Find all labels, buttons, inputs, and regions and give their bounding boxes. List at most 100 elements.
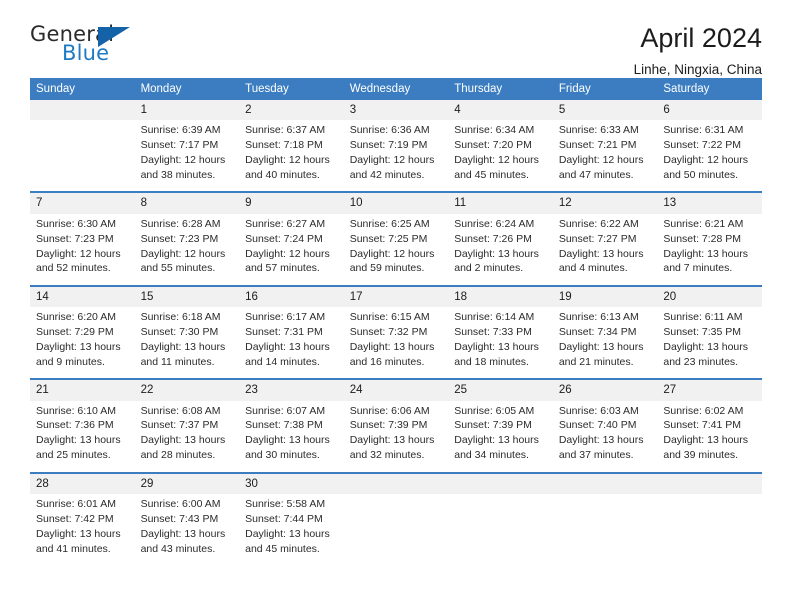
day-cell[interactable]: Sunrise: 6:28 AM Sunset: 7:23 PM Daylight:… xyxy=(134,213,240,285)
day-cell[interactable]: Sunrise: 6:39 AM Sunset: 7:17 PM Daylight:… xyxy=(134,120,240,192)
day-number[interactable]: 26 xyxy=(552,380,658,401)
day-detail-row: Sunrise: 6:01 AM Sunset: 7:42 PM Daylight:… xyxy=(30,493,762,565)
day-sunrise-text: Sunrise: 5:58 AM xyxy=(245,497,326,510)
day-sunset-text: Sunset: 7:17 PM xyxy=(140,139,219,152)
day-number[interactable]: 4 xyxy=(448,100,553,121)
day-number[interactable]: 16 xyxy=(239,286,344,308)
day-daylight-1-text: Daylight: 13 hours xyxy=(140,434,226,447)
day-cell[interactable]: Sunrise: 6:24 AM Sunset: 7:26 PM Daylight:… xyxy=(448,213,553,285)
day-number[interactable]: 14 xyxy=(30,286,135,308)
day-cell[interactable]: Sunrise: 6:02 AM Sunset: 7:41 PM Daylight:… xyxy=(657,400,762,472)
day-number[interactable]: 13 xyxy=(657,193,762,214)
day-daylight-2-text: and 23 minutes. xyxy=(663,355,739,368)
day-sunrise-text: Sunrise: 6:34 AM xyxy=(454,124,535,137)
day-sunset-text: Sunset: 7:31 PM xyxy=(245,326,323,339)
day-cell[interactable]: Sunrise: 6:00 AM Sunset: 7:43 PM Daylight:… xyxy=(134,493,240,565)
page-header: General Blue April 2024 Linhe, Ningxia, … xyxy=(30,0,762,76)
day-cell[interactable]: Sunrise: 6:20 AM Sunset: 7:29 PM Daylight:… xyxy=(30,307,135,379)
day-cell[interactable]: Sunrise: 6:05 AM Sunset: 7:39 PM Daylight:… xyxy=(448,400,553,472)
day-number[interactable]: 12 xyxy=(552,193,658,214)
day-number[interactable]: 15 xyxy=(134,286,240,308)
day-cell[interactable]: Sunrise: 6:33 AM Sunset: 7:21 PM Daylight:… xyxy=(552,120,658,192)
day-number-row: 28 29 30 xyxy=(30,473,762,494)
day-number[interactable]: 1 xyxy=(134,100,240,121)
day-cell[interactable]: Sunrise: 6:11 AM Sunset: 7:35 PM Daylight:… xyxy=(657,307,762,379)
day-cell[interactable]: Sunrise: 6:14 AM Sunset: 7:33 PM Daylight:… xyxy=(448,307,553,379)
day-cell[interactable]: Sunrise: 6:31 AM Sunset: 7:22 PM Daylight:… xyxy=(657,120,762,192)
day-number[interactable]: 6 xyxy=(657,100,762,121)
day-daylight-1-text: Daylight: 13 hours xyxy=(558,340,644,353)
day-sunrise-text: Sunrise: 6:22 AM xyxy=(558,217,639,230)
day-cell[interactable]: Sunrise: 6:13 AM Sunset: 7:34 PM Daylight:… xyxy=(552,307,658,379)
day-sunrise-text: Sunrise: 6:06 AM xyxy=(349,404,430,417)
day-number[interactable]: 11 xyxy=(448,193,553,214)
day-daylight-1-text: Daylight: 13 hours xyxy=(454,340,539,353)
day-number[interactable]: 28 xyxy=(30,473,135,494)
day-number[interactable]: 27 xyxy=(657,380,762,401)
day-detail-row: Sunrise: 6:39 AM Sunset: 7:17 PM Daylight:… xyxy=(30,120,762,192)
day-daylight-2-text: and 14 minutes. xyxy=(245,355,320,368)
day-sunset-text: Sunset: 7:43 PM xyxy=(140,512,219,525)
day-cell[interactable]: Sunrise: 6:18 AM Sunset: 7:30 PM Daylight:… xyxy=(134,307,240,379)
day-number[interactable]: 29 xyxy=(134,473,240,494)
day-cell[interactable]: Sunrise: 6:17 AM Sunset: 7:31 PM Daylight:… xyxy=(239,307,344,379)
day-sunrise-text: Sunrise: 6:01 AM xyxy=(36,497,116,510)
calendar-page: General Blue April 2024 Linhe, Ningxia, … xyxy=(0,0,792,612)
day-daylight-2-text: and 28 minutes. xyxy=(140,449,216,462)
day-number[interactable]: 30 xyxy=(239,473,344,494)
day-cell[interactable]: Sunrise: 6:21 AM Sunset: 7:28 PM Daylight:… xyxy=(657,213,762,285)
day-sunset-text: Sunset: 7:44 PM xyxy=(245,512,323,525)
day-daylight-2-text: and 47 minutes. xyxy=(558,169,634,182)
day-number[interactable]: 18 xyxy=(448,286,553,308)
day-number-row: 21 22 23 24 25 26 27 xyxy=(30,380,762,401)
day-cell[interactable]: Sunrise: 5:58 AM Sunset: 7:44 PM Daylight:… xyxy=(239,493,344,565)
day-number[interactable]: 23 xyxy=(239,380,344,401)
day-daylight-1-text: Daylight: 13 hours xyxy=(663,247,749,260)
day-cell[interactable]: Sunrise: 6:06 AM Sunset: 7:39 PM Daylight:… xyxy=(343,400,449,472)
day-sunset-text: Sunset: 7:24 PM xyxy=(245,232,323,245)
day-number[interactable]: 22 xyxy=(134,380,240,401)
day-sunset-text: Sunset: 7:18 PM xyxy=(245,139,323,152)
day-sunset-text: Sunset: 7:29 PM xyxy=(36,326,114,339)
day-cell[interactable]: Sunrise: 6:10 AM Sunset: 7:36 PM Daylight:… xyxy=(30,400,135,472)
day-cell[interactable]: Sunrise: 6:01 AM Sunset: 7:42 PM Daylight:… xyxy=(30,493,135,565)
day-cell[interactable]: Sunrise: 6:25 AM Sunset: 7:25 PM Daylight:… xyxy=(343,213,449,285)
day-daylight-2-text: and 7 minutes. xyxy=(663,262,733,275)
day-number[interactable]: 3 xyxy=(343,100,449,121)
day-number[interactable]: 9 xyxy=(239,193,344,214)
day-number[interactable]: 21 xyxy=(30,380,135,401)
day-sunset-text: Sunset: 7:37 PM xyxy=(140,419,219,432)
day-cell[interactable]: Sunrise: 6:03 AM Sunset: 7:40 PM Daylight:… xyxy=(552,400,658,472)
day-number[interactable]: 2 xyxy=(239,100,344,121)
generalblue-logo[interactable]: General Blue xyxy=(30,24,150,72)
day-cell[interactable]: Sunrise: 6:08 AM Sunset: 7:37 PM Daylight:… xyxy=(134,400,240,472)
column-header-thursday: Thursday xyxy=(448,78,553,100)
day-number[interactable]: 10 xyxy=(343,193,449,214)
day-number[interactable]: 17 xyxy=(343,286,449,308)
day-number[interactable]: 19 xyxy=(552,286,658,308)
calendar-header: Sunday Monday Tuesday Wednesday Thursday… xyxy=(30,78,762,100)
day-number[interactable]: 25 xyxy=(448,380,553,401)
day-sunrise-text: Sunrise: 6:02 AM xyxy=(663,404,744,417)
day-cell[interactable]: Sunrise: 6:36 AM Sunset: 7:19 PM Daylight:… xyxy=(343,120,449,192)
day-number[interactable]: 20 xyxy=(657,286,762,308)
day-cell[interactable]: Sunrise: 6:27 AM Sunset: 7:24 PM Daylight:… xyxy=(239,213,344,285)
day-cell[interactable]: Sunrise: 6:15 AM Sunset: 7:32 PM Daylight:… xyxy=(343,307,449,379)
day-number[interactable]: 5 xyxy=(552,100,658,121)
day-daylight-2-text: and 39 minutes. xyxy=(663,449,739,462)
day-daylight-2-text: and 30 minutes. xyxy=(245,449,320,462)
day-sunrise-text: Sunrise: 6:27 AM xyxy=(245,217,326,230)
day-cell[interactable]: Sunrise: 6:07 AM Sunset: 7:38 PM Daylight:… xyxy=(239,400,344,472)
day-sunset-text: Sunset: 7:20 PM xyxy=(454,139,532,152)
day-number[interactable]: 24 xyxy=(343,380,449,401)
day-daylight-2-text: and 45 minutes. xyxy=(245,542,320,555)
day-cell[interactable]: Sunrise: 6:30 AM Sunset: 7:23 PM Daylight:… xyxy=(30,213,135,285)
day-sunset-text: Sunset: 7:33 PM xyxy=(454,326,532,339)
day-cell[interactable]: Sunrise: 6:22 AM Sunset: 7:27 PM Daylight:… xyxy=(552,213,658,285)
day-cell[interactable]: Sunrise: 6:37 AM Sunset: 7:18 PM Daylight:… xyxy=(239,120,344,192)
day-number[interactable]: 8 xyxy=(134,193,240,214)
day-daylight-2-text: and 2 minutes. xyxy=(454,262,524,275)
day-daylight-2-text: and 4 minutes. xyxy=(558,262,628,275)
day-number[interactable]: 7 xyxy=(30,193,135,214)
day-cell[interactable]: Sunrise: 6:34 AM Sunset: 7:20 PM Daylight:… xyxy=(448,120,553,192)
